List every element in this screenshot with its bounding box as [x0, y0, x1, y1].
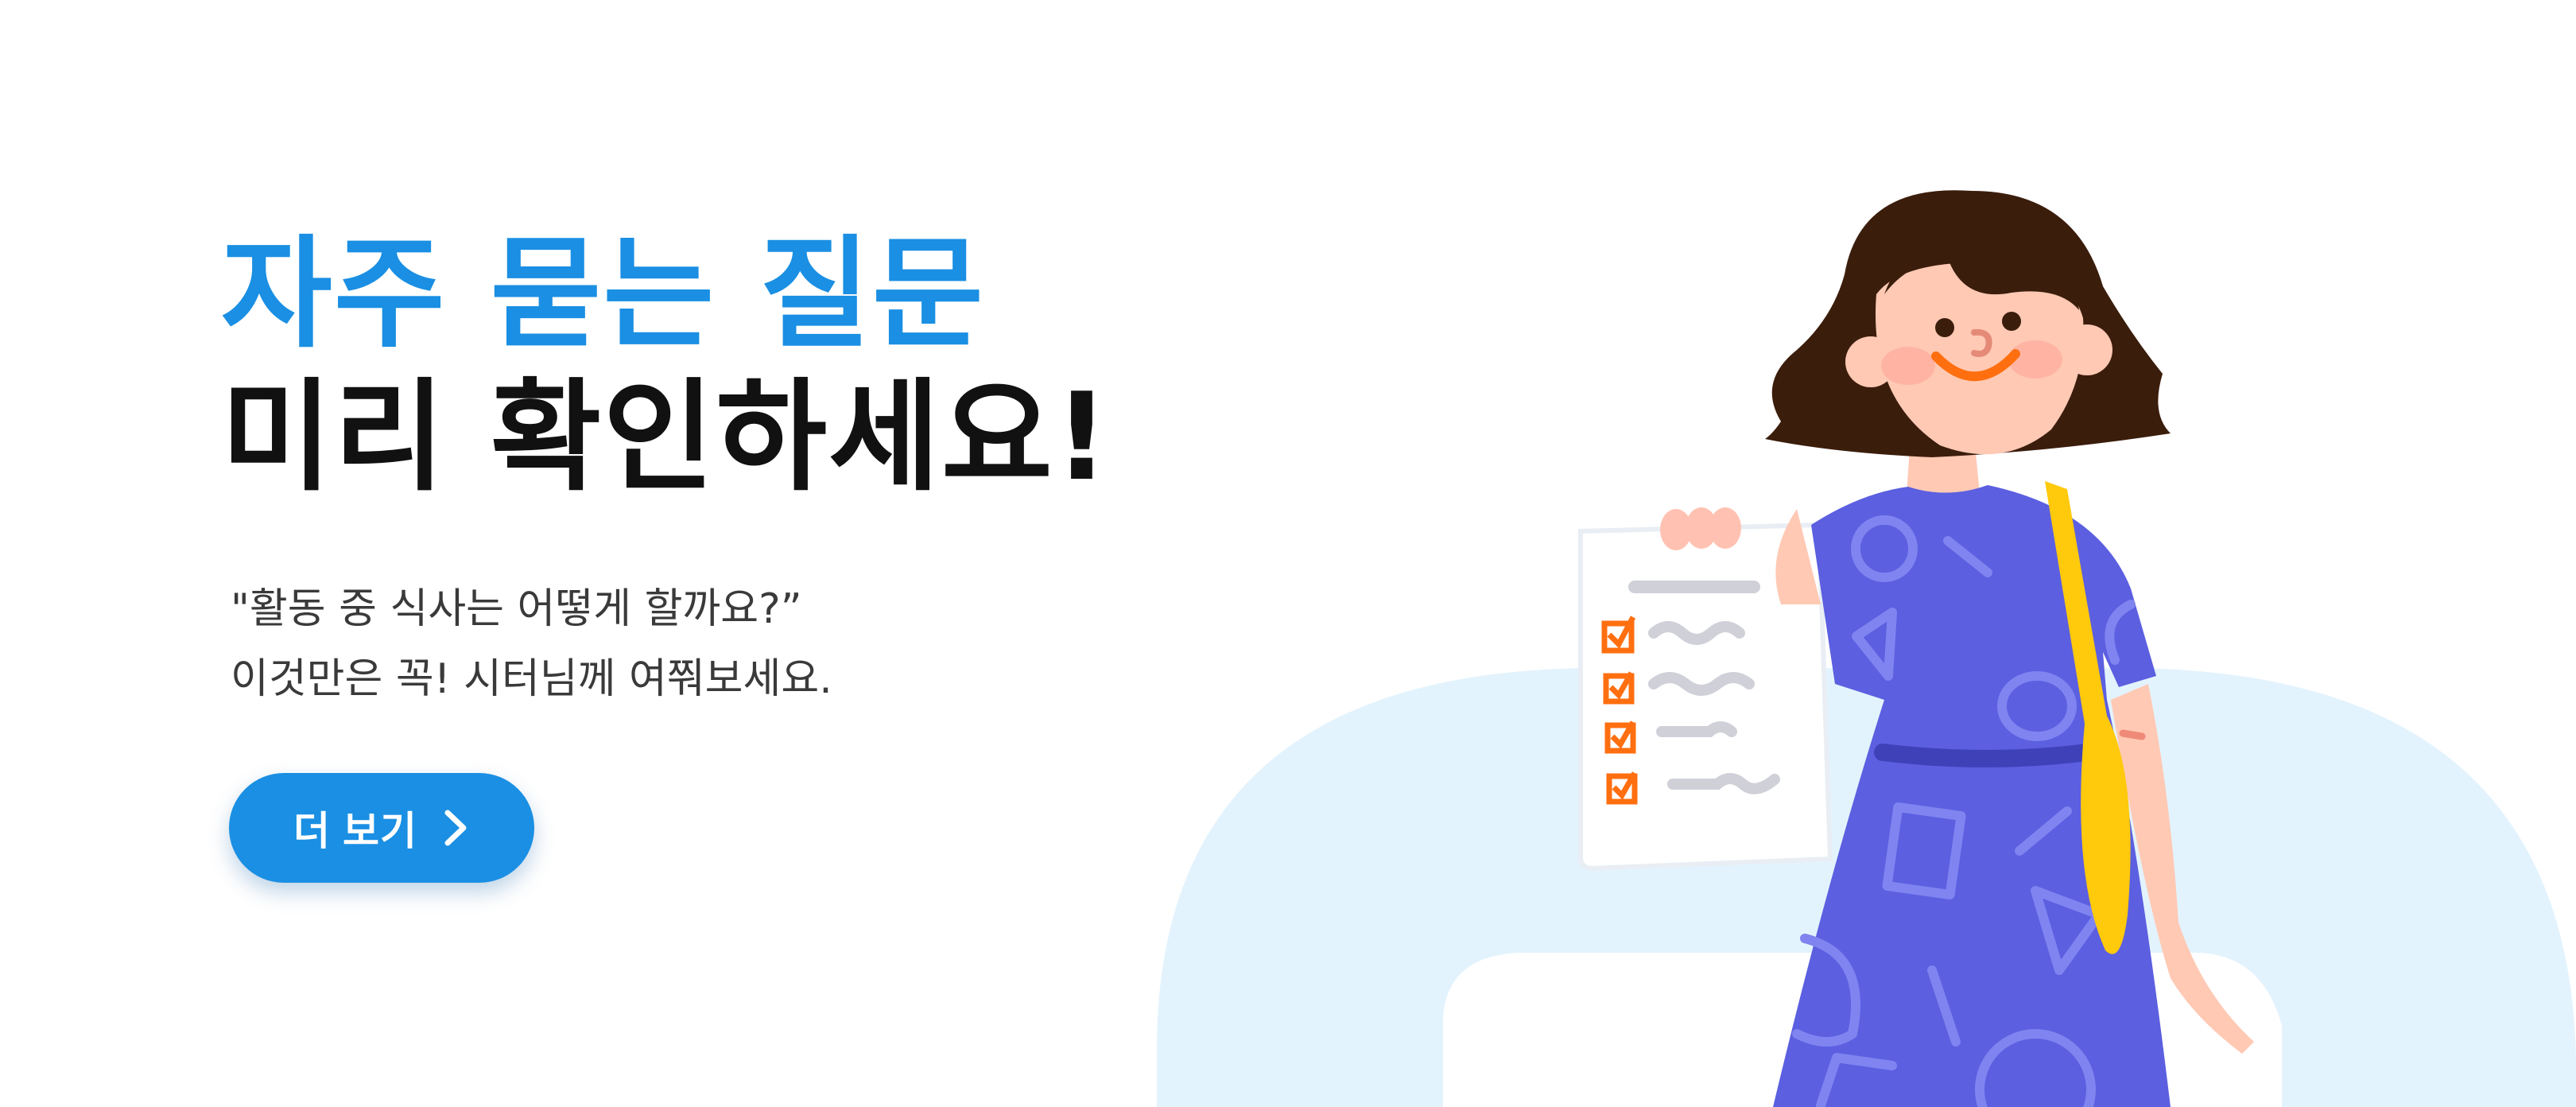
faq-illustration [1157, 190, 2576, 1107]
see-more-button[interactable]: 더 보기 [229, 773, 534, 883]
hero-description-line-1: "활동 중 식사는 어떻게 할까요?” [231, 585, 802, 633]
hero-title-highlight: 자주 묻는 질문 [221, 223, 985, 364]
chevron-right-icon [444, 810, 467, 846]
see-more-label: 더 보기 [293, 809, 417, 853]
hero-copy: 자주 묻는 질문 미리 확인하세요! "활동 중 식사는 어떻게 할까요?” 이… [221, 223, 1255, 714]
hero-title: 미리 확인하세요! [221, 367, 1111, 507]
faq-hero-banner: 자주 묻는 질문 미리 확인하세요! "활동 중 식사는 어떻게 할까요?” 이… [0, 0, 2576, 1107]
hero-description-line-2: 이것만은 꼭! 시터님께 여쭤보세요. [231, 655, 832, 703]
hero-description: "활동 중 식사는 어떻게 할까요?” 이것만은 꼭! 시터님께 여쭤보세요. [221, 574, 1255, 714]
woman-character [1765, 190, 2254, 1107]
